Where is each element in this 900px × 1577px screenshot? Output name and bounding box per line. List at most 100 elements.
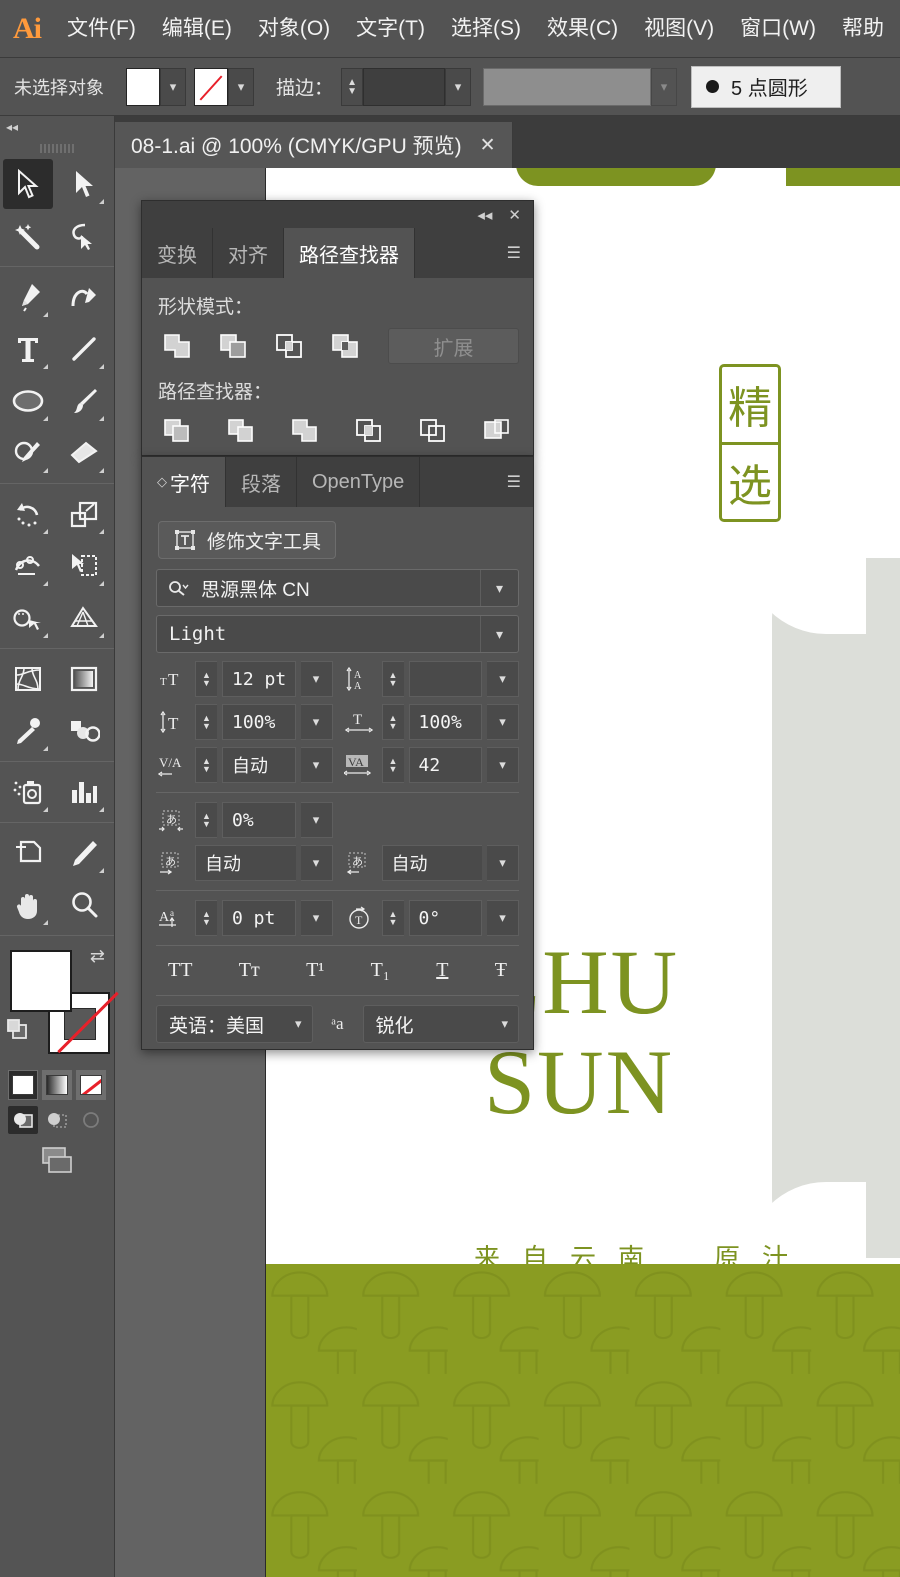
tab-pathfinder[interactable]: 路径查找器 [284,228,415,278]
underline-button[interactable]: T [430,957,454,984]
free-transform-tool[interactable] [59,541,109,591]
tracking-stepper[interactable]: ▲ ▼ [381,747,404,783]
magic-wand-tool[interactable] [3,211,53,261]
close-icon[interactable]: ✕ [480,134,496,157]
menu-object[interactable]: 对象(O) [245,0,343,58]
gradient-mode-button[interactable] [42,1070,72,1100]
lasso-tool[interactable] [59,211,109,261]
menu-effect[interactable]: 效果(C) [534,0,631,58]
crop-button[interactable] [348,412,390,450]
character-rotation-control[interactable]: T ▲ ▼ 0° ▾ [343,900,519,936]
leading-input[interactable] [408,661,482,697]
divide-button[interactable] [156,412,198,450]
curvature-tool[interactable] [59,272,109,322]
chevron-down-icon[interactable]: ▾ [487,747,519,783]
tab-character[interactable]: ◇ 字符 [142,457,226,507]
line-segment-tool[interactable] [59,324,109,374]
menu-view[interactable]: 视图(V) [631,0,727,58]
menu-window[interactable]: 窗口(W) [727,0,829,58]
shaper-tool[interactable] [3,428,53,478]
horizontal-scale-input[interactable]: 100% [408,704,482,740]
vertical-scale-stepper[interactable]: ▲ ▼ [195,704,217,740]
fill-swatch-group[interactable]: ▾ [126,67,186,106]
trim-button[interactable] [220,412,262,450]
character-rotation-input[interactable]: 0° [408,900,482,936]
default-fill-stroke-icon[interactable] [6,1018,32,1049]
chevron-down-icon[interactable]: ▾ [300,704,333,740]
menu-edit[interactable]: 编辑(E) [149,0,245,58]
tsume-control[interactable]: あ ▲ ▼ 0% ▾ [156,802,333,838]
collapse-icon[interactable]: ◂◂ [477,206,492,224]
panel-menu-icon[interactable]: ☰ [495,228,533,278]
baseline-shift-stepper[interactable]: ▲ ▼ [195,900,217,936]
tracking-input[interactable]: 42 [408,747,482,783]
pathfinder-panel[interactable]: ◂◂ ✕ 变换 对齐 路径查找器 ☰ 形状模式： 扩展 路径查找器： [141,200,534,456]
strikethrough-button[interactable]: Ŧ [489,957,513,984]
expand-button[interactable]: 扩展 [388,328,519,364]
pen-tool[interactable] [3,272,53,322]
rotate-tool[interactable] [3,489,53,539]
font-size-control[interactable]: TT ▲ ▼ 12 pt ▾ [156,661,333,697]
direct-selection-tool[interactable] [59,159,109,209]
column-graph-tool[interactable] [59,767,109,817]
draw-normal-mode-button[interactable] [8,1106,38,1134]
tools-collapse-icon[interactable]: ◂◂ [0,116,114,138]
kerning-input[interactable]: 自动 [222,747,296,783]
vertical-scale-control[interactable]: T ▲ ▼ 100% ▾ [156,704,333,740]
font-style-field[interactable]: Light ▾ [156,615,519,653]
menu-file[interactable]: 文件(F) [54,0,149,58]
character-rotation-stepper[interactable]: ▲ ▼ [381,900,404,936]
chevron-down-icon[interactable]: ▾ [300,845,333,881]
chevron-down-icon[interactable]: ▾ [487,900,519,936]
fill-swatch[interactable] [126,67,160,106]
document-tab[interactable]: 08-1.ai @ 100% (CMYK/GPU 预览) ✕ [115,122,513,168]
subscript-button[interactable]: T₁ [365,957,396,984]
all-caps-button[interactable]: TT [162,957,198,984]
exclude-button[interactable] [324,327,366,365]
variable-width-profile-dropdown-icon[interactable]: ▾ [651,67,678,106]
kerning-control[interactable]: V/A ▲ ▼ 自动 ▾ [156,747,333,783]
pathfinder-panel-titlebar[interactable]: ◂◂ ✕ [142,201,533,228]
selection-tool[interactable] [3,159,53,209]
chevron-down-icon[interactable]: ▾ [300,900,333,936]
stroke-dropdown-icon[interactable]: ▾ [228,67,254,106]
minus-front-button[interactable] [212,327,254,365]
chevron-down-icon[interactable]: ▾ [480,570,518,606]
paintbrush-tool[interactable] [59,376,109,426]
minus-back-button[interactable] [476,412,518,450]
unite-button[interactable] [156,327,198,365]
font-family-field[interactable]: 思源黑体 CN ▾ [156,569,519,607]
eraser-tool[interactable] [59,428,109,478]
panel-menu-icon[interactable]: ☰ [495,457,533,507]
mesh-tool[interactable] [3,654,53,704]
stroke-weight-stepper[interactable]: ▲ ▼ [341,67,364,106]
superscript-button[interactable]: T¹ [300,957,330,984]
chevron-down-icon[interactable]: ▾ [300,747,333,783]
none-mode-button[interactable] [76,1070,106,1100]
merge-button[interactable] [284,412,326,450]
chevron-down-icon[interactable]: ▾ [295,1016,302,1032]
blend-tool[interactable] [59,706,109,756]
type-tool[interactable] [3,324,53,374]
chevron-down-icon[interactable]: ▾ [487,845,519,881]
vertical-scale-input[interactable]: 100% [222,704,296,740]
tab-transform[interactable]: 变换 [142,228,213,278]
tab-align[interactable]: 对齐 [213,228,284,278]
horizontal-scale-control[interactable]: T ▲ ▼ 100% ▾ [343,704,519,740]
tsume-stepper[interactable]: ▲ ▼ [195,802,217,838]
ellipse-tool[interactable] [3,376,53,426]
width-tool[interactable] [3,541,53,591]
swap-fill-stroke-icon[interactable]: ⇄ [90,946,105,967]
fill-color-mode-button[interactable] [8,1070,38,1100]
tab-opentype[interactable]: OpenType [297,457,421,507]
menu-type[interactable]: 文字(T) [343,0,438,58]
symbol-sprayer-tool[interactable] [3,767,53,817]
kerning-stepper[interactable]: ▲ ▼ [195,747,217,783]
tsume-input[interactable]: 0% [222,802,296,838]
baseline-shift-control[interactable]: Aa ▲ ▼ 0 pt ▾ [156,900,333,936]
shape-builder-tool[interactable] [3,593,53,643]
draw-inside-mode-button[interactable] [76,1106,106,1134]
character-panel[interactable]: ◇ 字符 段落 OpenType ☰ 修饰文字工具 思源黑体 CN ▾ Ligh… [141,456,534,1050]
chevron-down-icon[interactable]: ▾ [487,704,519,740]
fill-dropdown-icon[interactable]: ▾ [160,67,186,106]
